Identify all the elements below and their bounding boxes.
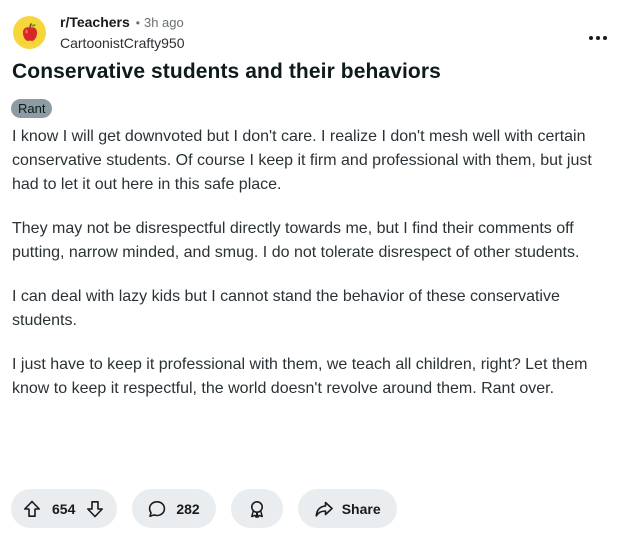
share-button[interactable]: Share [297,489,397,528]
comments-button[interactable]: 282 [132,489,216,528]
apple-icon [19,22,41,44]
post-time: 3h ago [143,15,184,30]
subreddit-name[interactable]: r/Teachers [60,13,130,31]
upvote-arrow-icon[interactable] [22,499,42,519]
downvote-arrow-icon[interactable] [85,499,105,519]
action-bar: 654 282 Share [11,489,397,528]
comment-bubble-icon [147,499,167,519]
vote-score: 654 [52,500,76,517]
subreddit-avatar[interactable] [13,16,46,49]
share-arrow-icon [314,499,334,519]
post-meta: r/Teachers • 3h ago CartoonistCrafty950 [60,13,185,52]
meta-separator: • [135,16,140,30]
post-body: I know I will get downvoted but I don't … [12,125,622,421]
share-label: Share [341,500,381,517]
award-button[interactable] [230,489,283,528]
vote-control: 654 [11,489,118,528]
post-header: r/Teachers • 3h ago CartoonistCrafty950 [13,13,623,51]
post-title: Conservative students and their behavior… [12,60,441,83]
author-name[interactable]: CartoonistCrafty950 [60,34,185,52]
more-options-icon[interactable] [589,35,607,41]
post-paragraph: I just have to keep it professional with… [12,356,588,397]
comment-count: 282 [176,500,200,517]
award-icon [247,499,267,519]
post-paragraph: They may not be disrespectful directly t… [12,220,580,261]
post-paragraph: I can deal with lazy kids but I cannot s… [12,288,560,329]
post-paragraph: I know I will get downvoted but I don't … [12,128,592,193]
post-flair[interactable]: Rant [11,99,53,118]
